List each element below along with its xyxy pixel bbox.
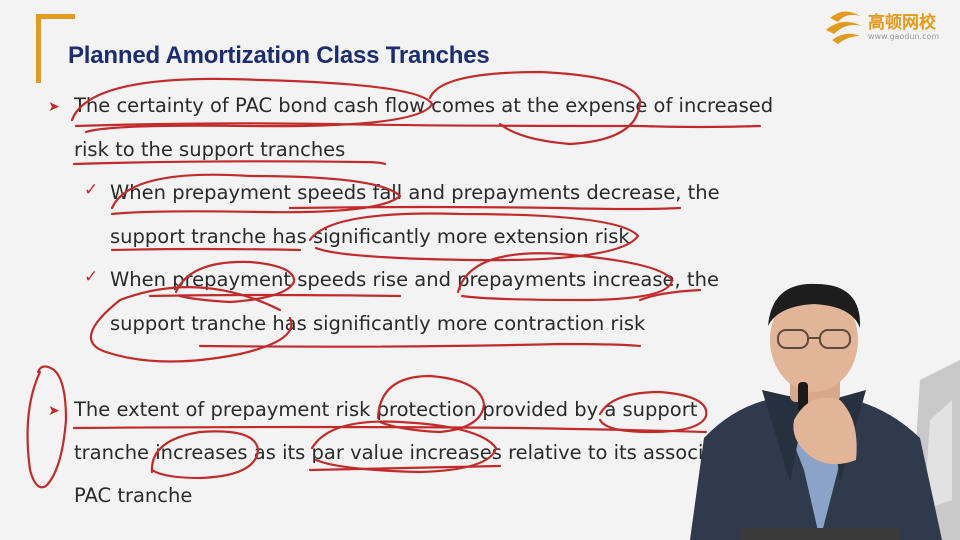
gaodun-logo-icon bbox=[826, 11, 862, 44]
bullet-2-line-3: PAC tranche bbox=[74, 484, 193, 507]
bullet-1-line-2: risk to the support tranches bbox=[74, 138, 346, 161]
gaodun-logo: 高顿网校 www.gaodun.com bbox=[824, 6, 952, 50]
sub-bullet-1-line-1: When prepayment speeds fall and prepayme… bbox=[110, 181, 720, 204]
sub-bullet-2-line-1: When prepayment speeds rise and prepayme… bbox=[110, 268, 719, 291]
logo-url: www.gaodun.com bbox=[868, 32, 940, 41]
sub-bullet-1-line-2: support tranche has significantly more e… bbox=[110, 225, 630, 248]
bullet-arrow-icon: ➤ bbox=[48, 99, 60, 115]
bullet-1-line-1: The certainty of PAC bond cash flow come… bbox=[74, 94, 774, 117]
bullet-2-line-2: tranche increases as its par value incre… bbox=[74, 441, 716, 464]
bullet-2-line-1: The extent of prepayment risk protection… bbox=[74, 398, 698, 421]
sub-bullet-2-line-2: support tranche has significantly more c… bbox=[110, 312, 646, 335]
checkmark-icon: ✓ bbox=[84, 180, 99, 200]
presenter-video bbox=[690, 283, 960, 540]
logo-name: 高顿网校 bbox=[868, 13, 936, 33]
slide-title: Planned Amortization Class Tranches bbox=[68, 42, 490, 69]
bullet-arrow-icon: ➤ bbox=[48, 403, 60, 419]
checkmark-icon: ✓ bbox=[84, 267, 99, 287]
